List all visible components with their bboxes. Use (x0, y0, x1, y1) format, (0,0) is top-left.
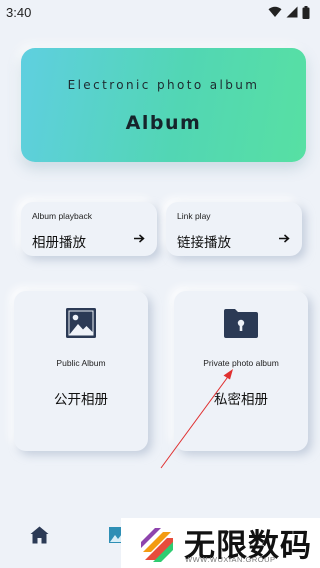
locked-folder-icon (224, 309, 258, 338)
nav-home[interactable] (30, 526, 49, 548)
public-album-card[interactable]: Public Album 公开相册 (14, 291, 148, 451)
watermark-logo-icon (139, 526, 175, 562)
album-banner: Electronic photo album Album (21, 48, 306, 162)
album-playback-button[interactable]: Album playback 相册播放 (21, 202, 157, 256)
home-icon (30, 526, 49, 544)
album-playback-label-en: Album playback (32, 211, 93, 221)
image-icon (66, 308, 96, 338)
public-album-label-en: Public Album (56, 358, 106, 368)
public-album-label-zh: 公开相册 (54, 392, 108, 408)
link-play-button[interactable]: Link play 链接播放 (166, 202, 302, 256)
wifi-icon (268, 6, 282, 17)
watermark: 无限数码 WWW.WUXIAN.GROUP (121, 518, 320, 568)
status-bar: 3:40 (0, 0, 320, 24)
battery-icon (302, 5, 310, 19)
private-album-label-zh: 私密相册 (214, 392, 268, 408)
watermark-subtext: WWW.WUXIAN.GROUP (185, 555, 276, 564)
banner-subtitle: Electronic photo album (67, 78, 260, 92)
link-play-label-en: Link play (177, 211, 211, 221)
private-album-card[interactable]: Private photo album 私密相册 (174, 291, 308, 451)
banner-title: Album (125, 112, 202, 134)
arrow-right-icon (134, 234, 145, 243)
private-album-label-en: Private photo album (203, 358, 279, 368)
link-play-label-zh: 链接播放 (177, 235, 231, 251)
arrow-right-icon (279, 234, 290, 243)
album-playback-label-zh: 相册播放 (32, 235, 86, 251)
cellular-signal-icon (286, 6, 298, 18)
status-time: 3:40 (6, 4, 32, 20)
status-icons (268, 5, 310, 19)
